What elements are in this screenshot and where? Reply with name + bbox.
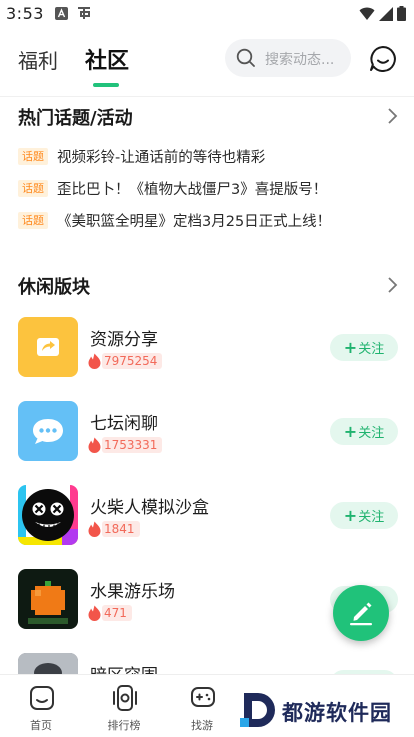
- top-header: 福利 社区 搜索动态...: [0, 30, 414, 92]
- flame-icon: [88, 605, 101, 621]
- topic-tag: 话题: [18, 211, 48, 229]
- follow-label: 关注: [358, 510, 385, 525]
- heat-count: 1841: [102, 521, 140, 537]
- status-right: [359, 6, 406, 21]
- flame-icon: [88, 437, 101, 453]
- pixel-orange-icon: [28, 581, 68, 624]
- nav-home-label: 首页: [30, 719, 52, 732]
- board-item-resource-share[interactable]: 资源分享 7975254 +关注: [18, 317, 398, 381]
- follow-button[interactable]: +关注: [330, 418, 398, 445]
- wifi-icon: [359, 7, 375, 20]
- follow-label: 关注: [358, 426, 385, 441]
- topic-item[interactable]: 话题 歪比巴卜！《植物大战僵尸3》喜提版号！: [18, 178, 327, 198]
- stickman-face-icon: [18, 485, 78, 545]
- follow-button[interactable]: +关注: [330, 502, 398, 529]
- follow-button[interactable]: +关注: [330, 334, 398, 361]
- board-item-chat[interactable]: 七坛闲聊 1753331 +关注: [18, 401, 398, 465]
- active-tab-indicator: [93, 83, 119, 87]
- heat-count: 1753331: [102, 437, 163, 453]
- compose-fab[interactable]: [333, 585, 389, 641]
- watermark-text: 都游软件园: [282, 701, 392, 725]
- search-icon: [236, 48, 255, 67]
- nav-find-game[interactable]: 找游: [172, 675, 232, 737]
- board-icon-chat: [18, 401, 78, 461]
- nav-find-game-label: 找游: [191, 719, 213, 732]
- search-box[interactable]: 搜索动态...: [225, 39, 351, 77]
- status-time: 3:53: [6, 4, 44, 23]
- topic-text: 《美职篮全明星》定档3月25日正式上线！: [57, 213, 332, 230]
- board-icon-fruit: [18, 569, 78, 629]
- board-heat: 1841: [88, 520, 140, 538]
- nav-ranking-label: 排行榜: [107, 719, 141, 732]
- board-heat: 1753331: [88, 436, 163, 454]
- board-name: 资源分享: [90, 330, 158, 350]
- tab-community[interactable]: 社区: [85, 43, 129, 75]
- leisure-boards-title: 休闲版块: [18, 277, 90, 298]
- pencil-icon: [350, 602, 372, 626]
- topic-item[interactable]: 话题 视频彩铃-让通话前的等待也精彩: [18, 146, 265, 166]
- battery-icon: [397, 6, 406, 21]
- board-item-stickman-sandbox[interactable]: 火柴人模拟沙盒 1841 +关注: [18, 485, 398, 549]
- share-folder-icon: [37, 338, 59, 356]
- notification-app-icon: [78, 7, 90, 19]
- board-icon-share: [18, 317, 78, 377]
- tab-welfare[interactable]: 福利: [18, 45, 58, 74]
- nav-ranking[interactable]: 排行榜: [94, 675, 154, 737]
- topic-tag: 话题: [18, 147, 48, 165]
- watermark-logo: 都游软件园: [238, 688, 408, 732]
- nav-home[interactable]: 首页: [11, 675, 71, 737]
- follow-label: 关注: [358, 342, 385, 357]
- heat-count: 7975254: [102, 353, 163, 369]
- board-icon-stickman: [18, 485, 78, 545]
- board-name: 火柴人模拟沙盒: [90, 498, 209, 518]
- ranking-icon: [113, 685, 137, 711]
- topic-item[interactable]: 话题 《美职篮全明星》定档3月25日正式上线！: [18, 210, 331, 230]
- leisure-more-chevron-icon[interactable]: [386, 276, 398, 294]
- watermark-d-logo-icon: [240, 693, 275, 727]
- hot-topics-more-chevron-icon[interactable]: [386, 107, 398, 125]
- flame-icon: [88, 353, 101, 369]
- topic-text: 歪比巴卜！《植物大战僵尸3》喜提版号！: [57, 181, 328, 198]
- gamepad-icon: [191, 687, 215, 707]
- notification-a-icon: [55, 7, 68, 20]
- board-name: 水果游乐场: [90, 582, 175, 602]
- flame-icon: [88, 521, 101, 537]
- board-heat: 471: [88, 604, 132, 622]
- status-bar: 3:53: [0, 0, 414, 28]
- chat-bubble-icon: [33, 419, 63, 444]
- topic-tag: 话题: [18, 179, 48, 197]
- home-icon: [30, 686, 54, 710]
- hot-topics-title: 热门话题/活动: [18, 108, 133, 129]
- header-divider: [0, 96, 414, 97]
- message-icon[interactable]: [368, 44, 398, 74]
- topic-text: 视频彩铃-让通话前的等待也精彩: [57, 149, 266, 166]
- heat-count: 471: [102, 605, 132, 621]
- search-placeholder: 搜索动态...: [265, 52, 335, 68]
- board-name: 七坛闲聊: [90, 414, 158, 434]
- board-heat: 7975254: [88, 352, 163, 370]
- signal-icon: [379, 6, 393, 21]
